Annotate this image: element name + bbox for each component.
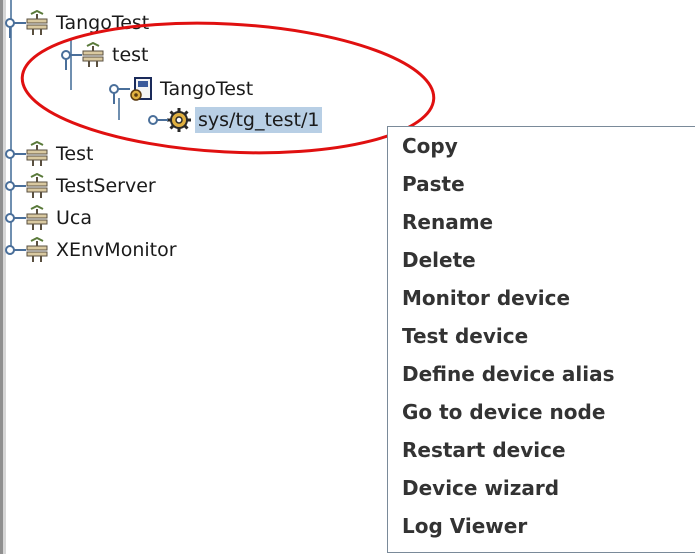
- expanded-handle-icon[interactable]: [108, 74, 130, 104]
- server-icon: [26, 10, 48, 35]
- tree-node-tangotest-server[interactable]: TangoTest: [4, 8, 152, 38]
- collapsed-handle-icon[interactable]: [4, 139, 26, 169]
- menu-item-delete[interactable]: Delete: [388, 241, 694, 279]
- menu-item-go-to-device-node[interactable]: Go to device node: [388, 393, 694, 431]
- tree-node-sys-tg-test-1[interactable]: sys/tg_test/1: [146, 105, 323, 135]
- menu-item-log-viewer[interactable]: Log Viewer: [388, 507, 694, 545]
- tree-node-test-server[interactable]: Test: [4, 139, 96, 169]
- device-class-icon: [130, 77, 152, 101]
- menu-item-rename[interactable]: Rename: [388, 203, 694, 241]
- tree-node-tangotest-class[interactable]: TangoTest: [108, 74, 256, 104]
- menu-item-copy[interactable]: Copy: [388, 127, 694, 165]
- menu-item-monitor-device[interactable]: Monitor device: [388, 279, 694, 317]
- collapsed-handle-icon[interactable]: [4, 235, 26, 265]
- expanded-handle-icon[interactable]: [60, 40, 82, 70]
- collapsed-handle-icon[interactable]: [4, 171, 26, 201]
- tree-node-label: Uca: [56, 207, 92, 229]
- tree-node-test-instance[interactable]: test: [60, 40, 152, 70]
- menu-item-restart-device[interactable]: Restart device: [388, 431, 694, 469]
- collapsed-handle-icon[interactable]: [146, 105, 168, 135]
- panel-border-inner: [3, 0, 6, 554]
- tree-node-label: test: [112, 44, 149, 66]
- expanded-handle-icon[interactable]: [4, 8, 26, 38]
- menu-item-test-device[interactable]: Test device: [388, 317, 694, 355]
- tree-node-label: TangoTest: [56, 12, 150, 34]
- collapsed-handle-icon[interactable]: [4, 203, 26, 233]
- server-icon: [26, 173, 48, 198]
- server-icon: [26, 205, 48, 230]
- tree-node-label: Test: [56, 143, 94, 165]
- server-icon: [26, 237, 48, 262]
- menu-item-device-wizard[interactable]: Device wizard: [388, 469, 694, 507]
- tree-node-label: XEnvMonitor: [56, 239, 177, 261]
- tree-node-uca-server[interactable]: Uca: [4, 203, 95, 233]
- tree-node-xenvmonitor-server[interactable]: XEnvMonitor: [4, 235, 180, 265]
- device-gear-icon: [167, 108, 191, 132]
- tree-node-label-selected: sys/tg_test/1: [195, 107, 323, 133]
- context-menu: Copy Paste Rename Delete Monitor device …: [387, 126, 695, 553]
- tree-node-label: TestServer: [56, 175, 156, 197]
- tree-node-label: TangoTest: [160, 78, 254, 100]
- jive-window: TangoTest test TangoTest sys/tg_test/1 T…: [0, 0, 695, 554]
- menu-item-paste[interactable]: Paste: [388, 165, 694, 203]
- tree-node-testserver-server[interactable]: TestServer: [4, 171, 159, 201]
- server-icon: [82, 42, 104, 67]
- menu-item-define-device-alias[interactable]: Define device alias: [388, 355, 694, 393]
- server-icon: [26, 141, 48, 166]
